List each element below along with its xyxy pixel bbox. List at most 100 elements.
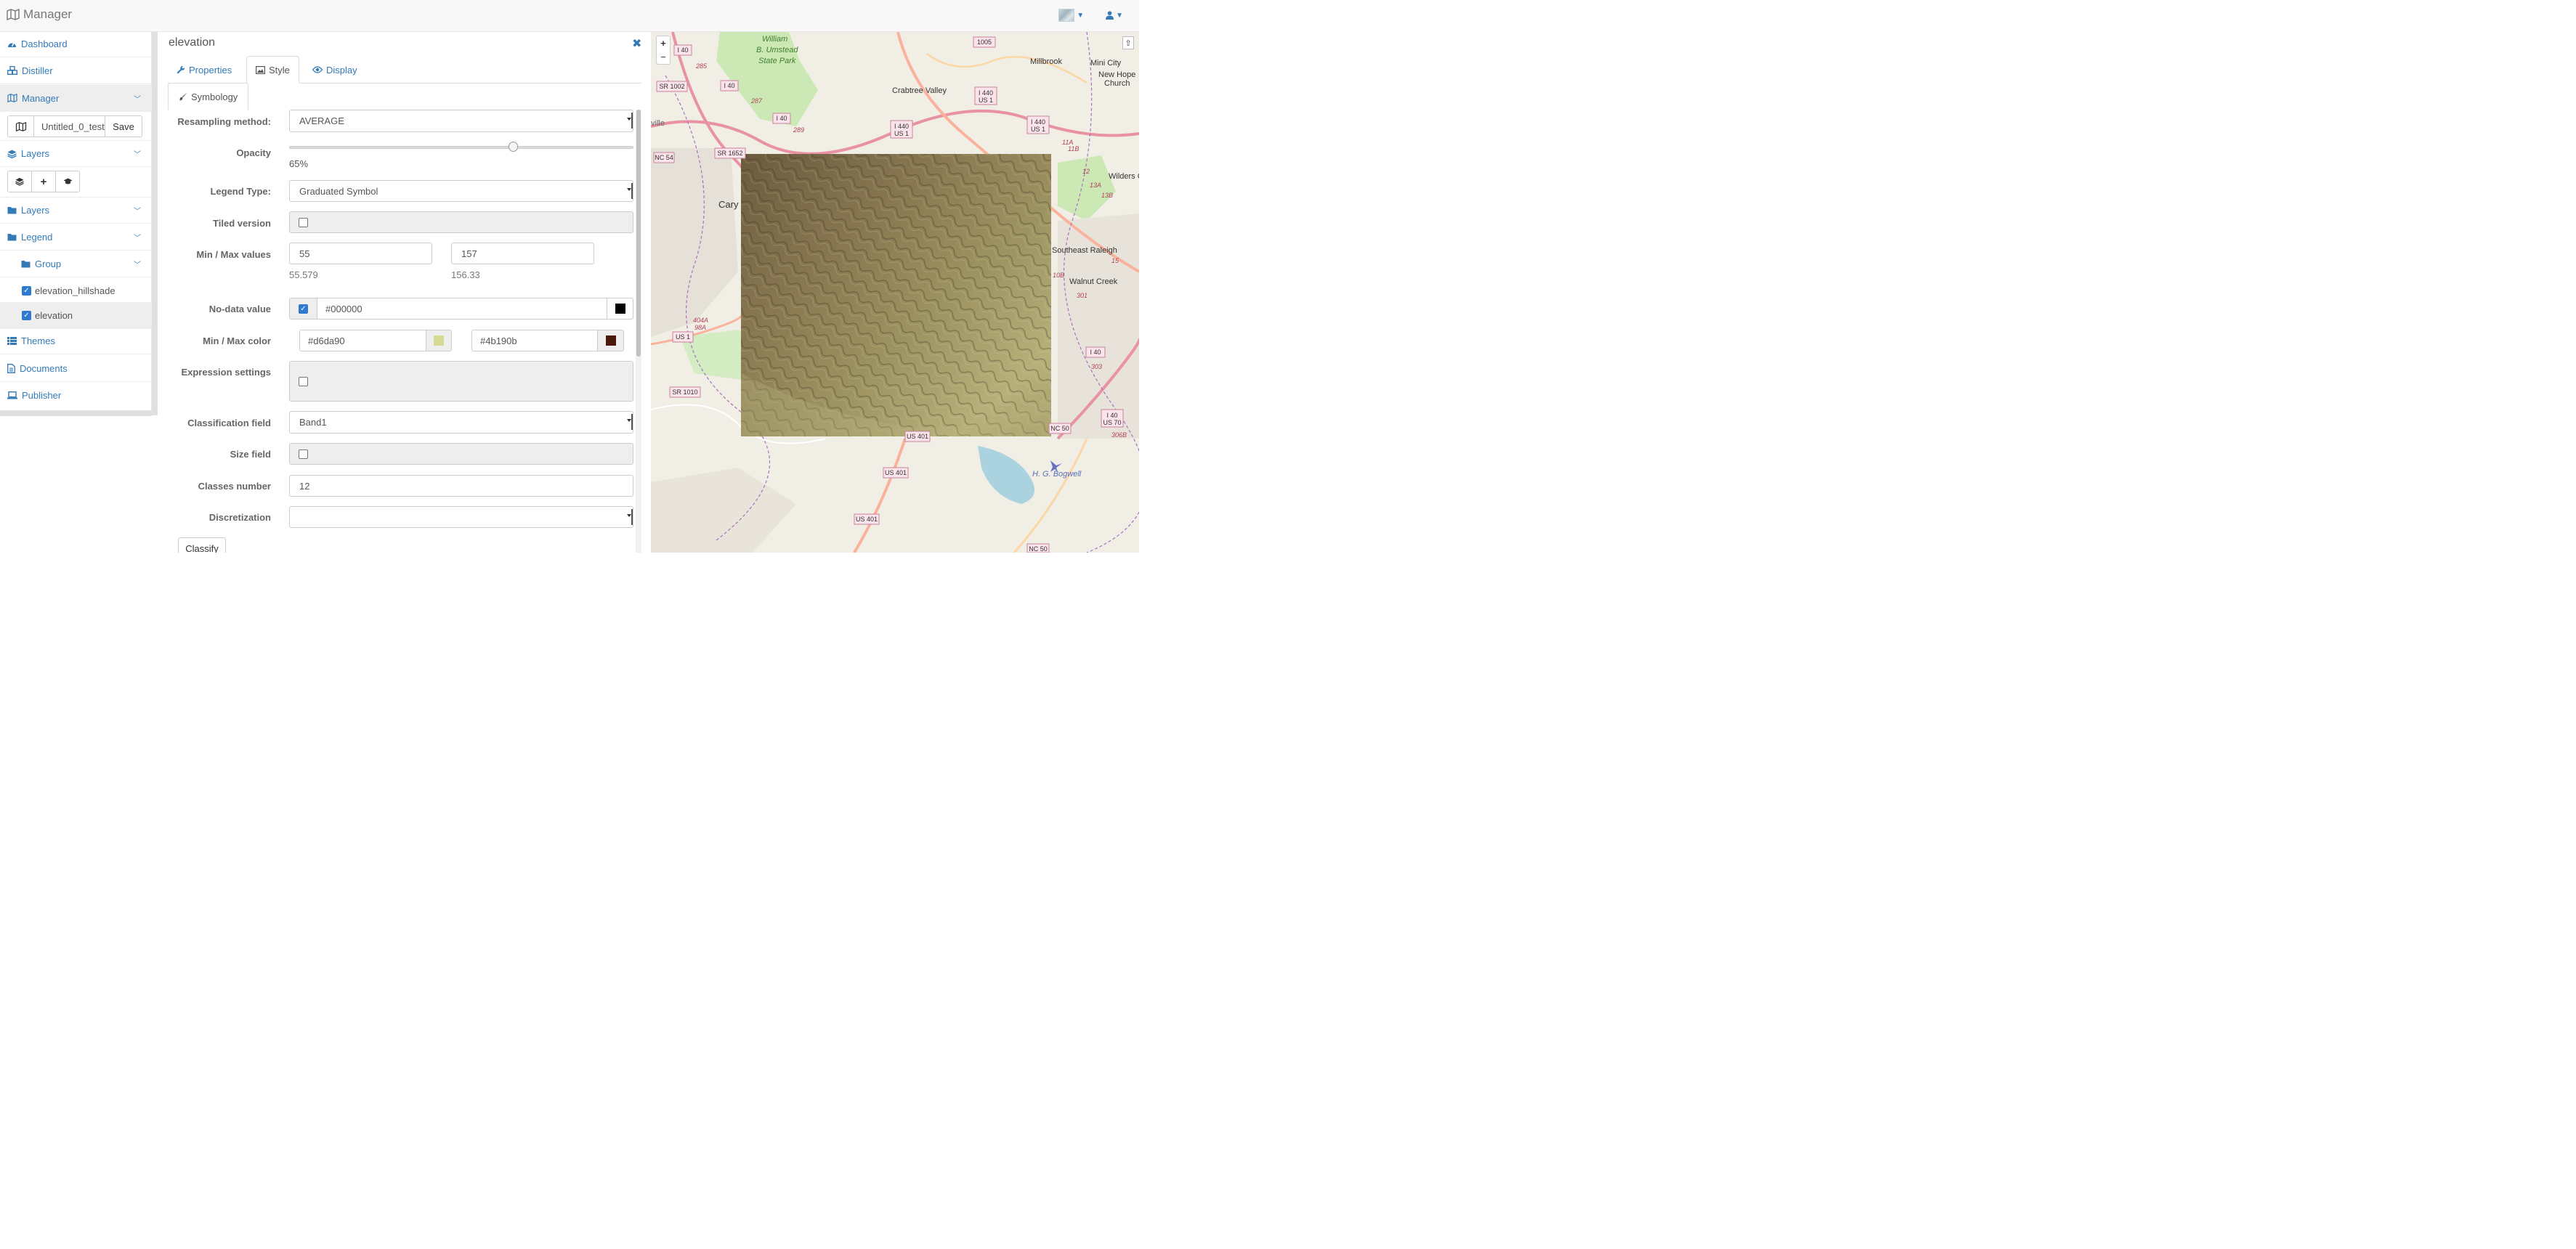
sidebar-scrollbar[interactable]	[152, 32, 158, 415]
min-max-color-label: Min / Max color	[203, 335, 271, 346]
map-label: State Park	[758, 57, 796, 65]
road-shield: I 40	[1106, 412, 1117, 419]
app-title: Manager	[23, 7, 73, 21]
min-color-picker[interactable]	[426, 330, 452, 351]
tab-display[interactable]: Display	[304, 56, 366, 84]
resampling-method-select[interactable]: AVERAGE	[289, 110, 633, 132]
map-view[interactable]: William B. Umstead State Park H. G. Bogw…	[651, 32, 1139, 553]
color-swatch	[615, 304, 625, 314]
max-value-input[interactable]: 157	[451, 243, 594, 264]
zoom-in-button[interactable]: +	[660, 38, 666, 49]
legend-type-select[interactable]: Graduated Symbol	[289, 180, 633, 202]
sidebar-item-manager[interactable]: Manager ﹀	[0, 85, 152, 112]
add-layer-button[interactable]: +	[31, 171, 56, 192]
close-icon[interactable]: ✖	[632, 36, 641, 51]
tab-properties[interactable]: Properties	[168, 56, 240, 84]
max-color-picker[interactable]	[597, 330, 624, 351]
layer-visibility-checkbox[interactable]: ✓	[22, 285, 31, 296]
language-dropdown[interactable]: ▼	[1058, 9, 1084, 22]
layer-style-panel: elevation ✖ Properties Style Display Sym…	[158, 32, 651, 553]
tab-style[interactable]: Style	[246, 56, 299, 84]
tab-symbology[interactable]: Symbology	[168, 83, 249, 110]
route-number: 13B	[1101, 192, 1113, 199]
size-field-checkbox[interactable]	[299, 449, 308, 459]
sidebar-item-elevation-hillshade[interactable]: ✓ elevation_hillshade	[0, 277, 152, 304]
tab-label: Style	[269, 64, 290, 76]
map-select-button[interactable]	[7, 115, 34, 137]
sidebar-horizontal-scrollbar[interactable]	[0, 410, 152, 416]
top-navbar: Manager ▼ ▼	[0, 0, 1139, 32]
route-number: 404A	[693, 317, 708, 324]
sidebar-item-publisher[interactable]: Publisher	[0, 382, 152, 409]
discretization-select[interactable]	[289, 506, 633, 528]
min-color-input[interactable]: #d6da90	[299, 330, 426, 351]
sidebar-item-themes[interactable]: Themes	[0, 327, 152, 354]
app-brand[interactable]: Manager	[7, 7, 72, 22]
sidebar-label: Themes	[21, 335, 55, 346]
zoom-out-button[interactable]: −	[660, 52, 666, 62]
panel-scrollbar[interactable]	[636, 110, 641, 553]
select-value: AVERAGE	[299, 115, 344, 126]
elevation-raster	[741, 154, 1051, 436]
road-shield: I 440	[1031, 118, 1045, 126]
sidebar-item-distiller[interactable]: Distiller	[0, 57, 152, 84]
layers-button[interactable]	[7, 171, 32, 192]
road-shield: NC 50	[1029, 545, 1048, 553]
expression-checkbox[interactable]	[299, 376, 308, 386]
map-icon	[7, 9, 20, 20]
layer-visibility-checkbox[interactable]: ✓	[22, 310, 31, 320]
tab-label: Properties	[189, 64, 232, 76]
color-swatch	[434, 335, 444, 346]
map-label: Cary	[718, 199, 739, 210]
sidebar-item-group[interactable]: Group ﹀	[0, 251, 152, 277]
save-button[interactable]: Save	[105, 115, 142, 137]
fullscreen-button[interactable]: ⇧	[1122, 36, 1134, 49]
user-menu-dropdown[interactable]: ▼	[1106, 11, 1123, 20]
route-number: 13A	[1090, 182, 1101, 189]
map-label: B. Umstead	[756, 46, 798, 54]
max-data-hint: 156.33	[451, 269, 480, 280]
folder-icon	[21, 260, 31, 267]
opacity-slider-handle[interactable]	[508, 142, 518, 152]
discretization-label: Discretization	[208, 512, 271, 523]
map-label: Walnut Creek	[1069, 277, 1118, 286]
no-data-color-input[interactable]: #000000	[317, 298, 607, 320]
map-canvas[interactable]: William B. Umstead State Park H. G. Bogw…	[651, 32, 1139, 553]
group-button[interactable]	[55, 171, 80, 192]
sidebar-item-dashboard[interactable]: Dashboard	[0, 30, 152, 57]
sidebar-item-legend[interactable]: Legend ﹀	[0, 224, 152, 251]
map-name-group: Untitled_0_test Save	[7, 115, 142, 137]
min-value-input[interactable]: 55	[289, 243, 432, 264]
classes-number-input[interactable]: 12	[289, 475, 633, 497]
caret-down-icon: ▼	[1116, 11, 1123, 20]
no-data-color-picker[interactable]	[607, 298, 633, 320]
road-shield: I 440	[894, 123, 909, 130]
opacity-value: 65%	[289, 158, 309, 169]
tiled-version-checkbox[interactable]	[299, 217, 308, 227]
laptop-icon	[7, 391, 17, 399]
scrollbar-thumb[interactable]	[636, 110, 641, 357]
road-shield: I 40	[724, 82, 734, 89]
map-name-input[interactable]: Untitled_0_test	[34, 115, 105, 137]
sidebar-item-elevation[interactable]: ✓ elevation	[0, 302, 152, 329]
max-color-input[interactable]: #4b190b	[471, 330, 598, 351]
legend-type-label: Legend Type:	[210, 186, 271, 197]
road-shield: I 40	[776, 115, 787, 122]
chevron-down-icon: ﹀	[134, 151, 141, 159]
route-number: 11B	[1068, 145, 1079, 152]
sidebar-item-layers-folder[interactable]: Layers ﹀	[0, 197, 152, 224]
classification-field-select[interactable]: Band1	[289, 411, 633, 434]
opacity-slider-track[interactable]	[289, 146, 633, 149]
select-value: Band1	[299, 417, 327, 428]
sidebar-item-layers[interactable]: Layers ﹀	[0, 140, 152, 167]
no-data-checkbox[interactable]: ✓	[299, 304, 308, 314]
classification-field-label: Classification field	[187, 418, 271, 428]
min-max-values-label: Min / Max values	[196, 249, 271, 260]
sidebar-item-documents[interactable]: Documents	[0, 355, 152, 382]
tiled-version-field	[317, 211, 633, 233]
caret-down-icon	[627, 419, 631, 422]
route-number: 306B	[1111, 431, 1127, 439]
classify-button[interactable]: Classify	[178, 537, 226, 553]
chevron-down-icon: ﹀	[134, 208, 141, 216]
caret-down-icon	[627, 514, 631, 517]
